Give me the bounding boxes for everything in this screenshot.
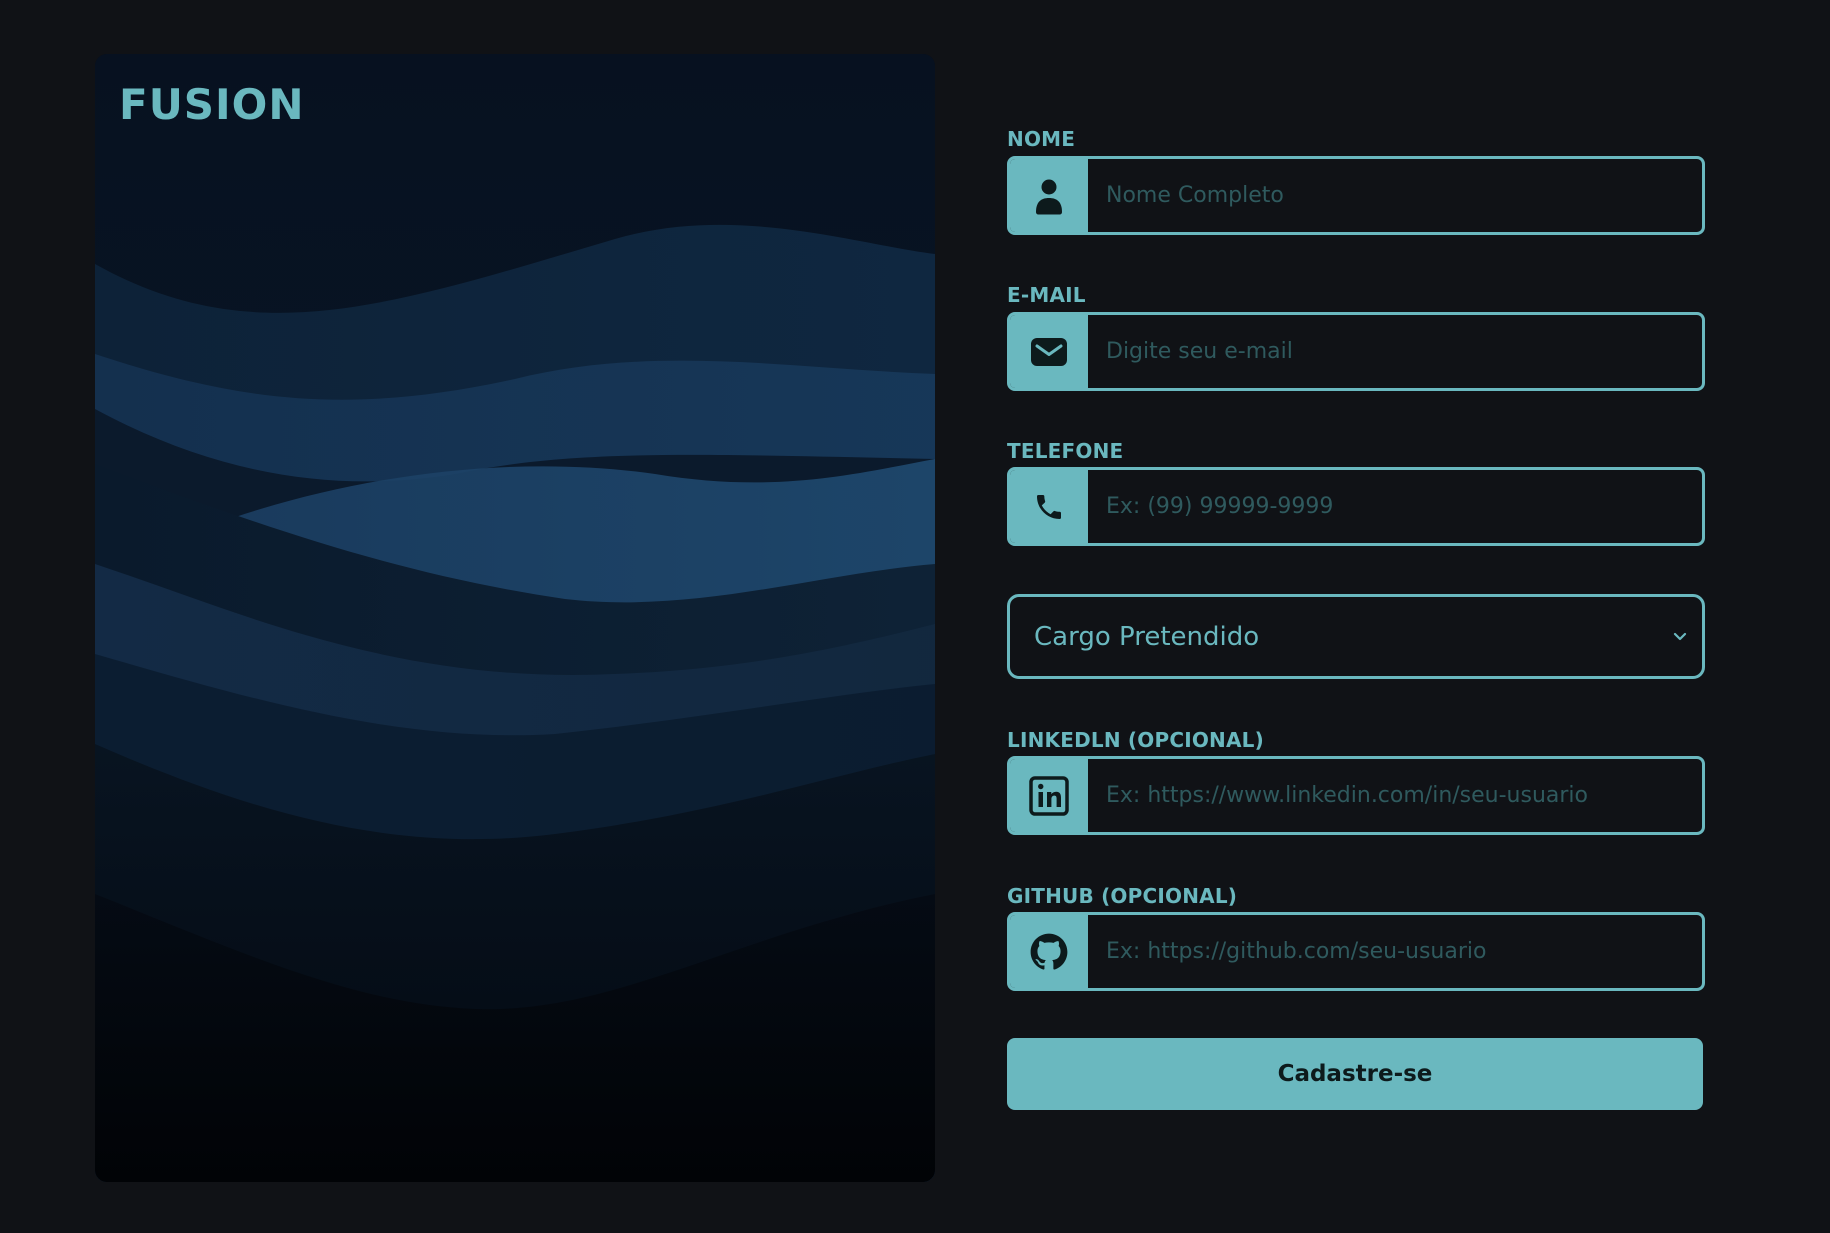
waves-illustration (95, 54, 935, 1182)
signup-page: FUSION NOME E-MAIL TE (0, 0, 1830, 1233)
phone-label: TELEFONE (1007, 439, 1124, 463)
name-input[interactable] (1088, 159, 1702, 232)
name-field (1007, 156, 1705, 235)
email-input[interactable] (1088, 315, 1702, 388)
github-label: GITHUB (OPCIONAL) (1007, 884, 1238, 908)
phone-input[interactable] (1088, 470, 1702, 543)
envelope-icon (1010, 315, 1088, 388)
linkedin-input[interactable] (1088, 759, 1702, 832)
linkedin-label: LINKEDLN (OPCIONAL) (1007, 728, 1264, 752)
linkedin-icon (1010, 759, 1088, 832)
chevron-down-icon (1668, 632, 1692, 642)
cargo-select-value: Cargo Pretendido (1034, 621, 1260, 652)
github-icon (1010, 915, 1088, 988)
github-field (1007, 912, 1705, 991)
email-label: E-MAIL (1007, 283, 1086, 307)
phone-icon (1010, 470, 1088, 543)
brand-logo: FUSION (119, 80, 305, 129)
cargo-select[interactable]: Cargo Pretendido (1007, 594, 1705, 679)
user-icon (1010, 159, 1088, 232)
name-label: NOME (1007, 127, 1076, 151)
email-field (1007, 312, 1705, 391)
signup-form: NOME E-MAIL TELEFONE (1007, 0, 1705, 1233)
submit-button[interactable]: Cadastre-se (1007, 1038, 1703, 1110)
phone-field (1007, 467, 1705, 546)
github-input[interactable] (1088, 915, 1702, 988)
hero-panel: FUSION (95, 54, 935, 1182)
linkedin-field (1007, 756, 1705, 835)
